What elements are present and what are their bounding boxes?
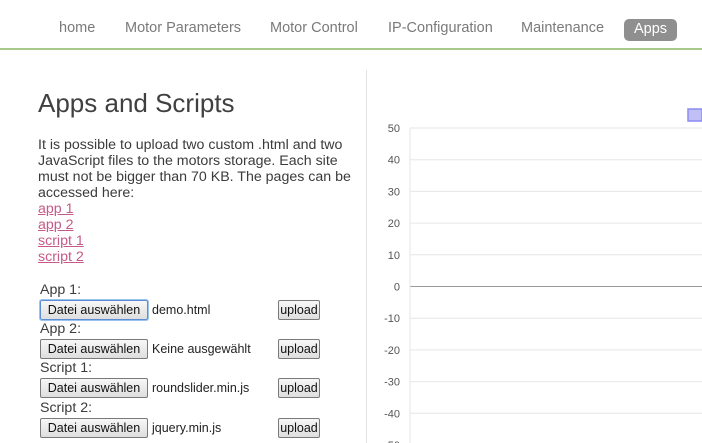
column-divider bbox=[366, 70, 367, 443]
app-2-upload-button[interactable]: upload bbox=[278, 339, 320, 359]
y-tick-label: -20 bbox=[384, 345, 400, 357]
script-1-file-name: roundslider.min.js bbox=[152, 381, 250, 395]
y-tick-label: 30 bbox=[388, 186, 400, 198]
y-tick-label: 20 bbox=[388, 218, 400, 230]
y-tick-label: -10 bbox=[384, 313, 400, 325]
script-2-label: Script 2: bbox=[40, 400, 93, 416]
app-2-file-name: Keine ausgewählt bbox=[152, 342, 251, 356]
app-1-file-name: demo.html bbox=[152, 303, 211, 317]
intro-text: It is possible to upload two custom .htm… bbox=[38, 137, 351, 201]
link-app-1[interactable]: app 1 bbox=[38, 201, 74, 217]
top-navigation: home Motor Parameters Motor Control IP-C… bbox=[0, 0, 702, 50]
y-tick-label: -40 bbox=[384, 408, 400, 420]
script-1-label: Script 1: bbox=[40, 360, 93, 376]
script-1-upload-button[interactable]: upload bbox=[278, 378, 320, 398]
app-1-choose-file-button[interactable]: Datei auswählen bbox=[40, 300, 148, 320]
link-script-1[interactable]: script 1 bbox=[38, 233, 84, 249]
link-app-2[interactable]: app 2 bbox=[38, 217, 74, 233]
script-2-upload-button[interactable]: upload bbox=[278, 418, 320, 438]
app-1-upload-button[interactable]: upload bbox=[278, 300, 320, 320]
nav-item-motor-control[interactable]: Motor Control bbox=[270, 20, 358, 36]
link-script-2[interactable]: script 2 bbox=[38, 249, 84, 265]
chart-y-axis: 50403020100-10-20-30-40-50 bbox=[384, 123, 400, 443]
y-tick-label: -30 bbox=[384, 377, 400, 389]
nav-item-ip-configuration[interactable]: IP-Configuration bbox=[388, 20, 493, 36]
app-2-choose-file-button[interactable]: Datei auswählen bbox=[40, 339, 148, 359]
nav-item-apps[interactable]: Apps bbox=[624, 19, 678, 41]
nav-item-motor-parameters[interactable]: Motor Parameters bbox=[125, 20, 241, 36]
page-title: Apps and Scripts bbox=[38, 88, 235, 118]
nav-item-home[interactable]: home bbox=[59, 20, 95, 36]
y-tick-label: 10 bbox=[388, 250, 400, 262]
y-tick-label: 0 bbox=[394, 282, 400, 294]
chart-grid bbox=[409, 127, 702, 443]
y-tick-label: 50 bbox=[388, 123, 400, 135]
script-2-choose-file-button[interactable]: Datei auswählen bbox=[40, 418, 148, 438]
y-tick-label: 40 bbox=[388, 155, 400, 167]
legend-marker bbox=[687, 108, 702, 122]
nav-item-maintenance[interactable]: Maintenance bbox=[521, 20, 604, 36]
script-2-file-name: jquery.min.js bbox=[152, 421, 222, 435]
chart: 50403020100-10-20-30-40-50 bbox=[384, 108, 702, 443]
app-2-label: App 2: bbox=[40, 321, 82, 337]
app-1-label: App 1: bbox=[40, 282, 82, 298]
script-1-choose-file-button[interactable]: Datei auswählen bbox=[40, 378, 148, 398]
